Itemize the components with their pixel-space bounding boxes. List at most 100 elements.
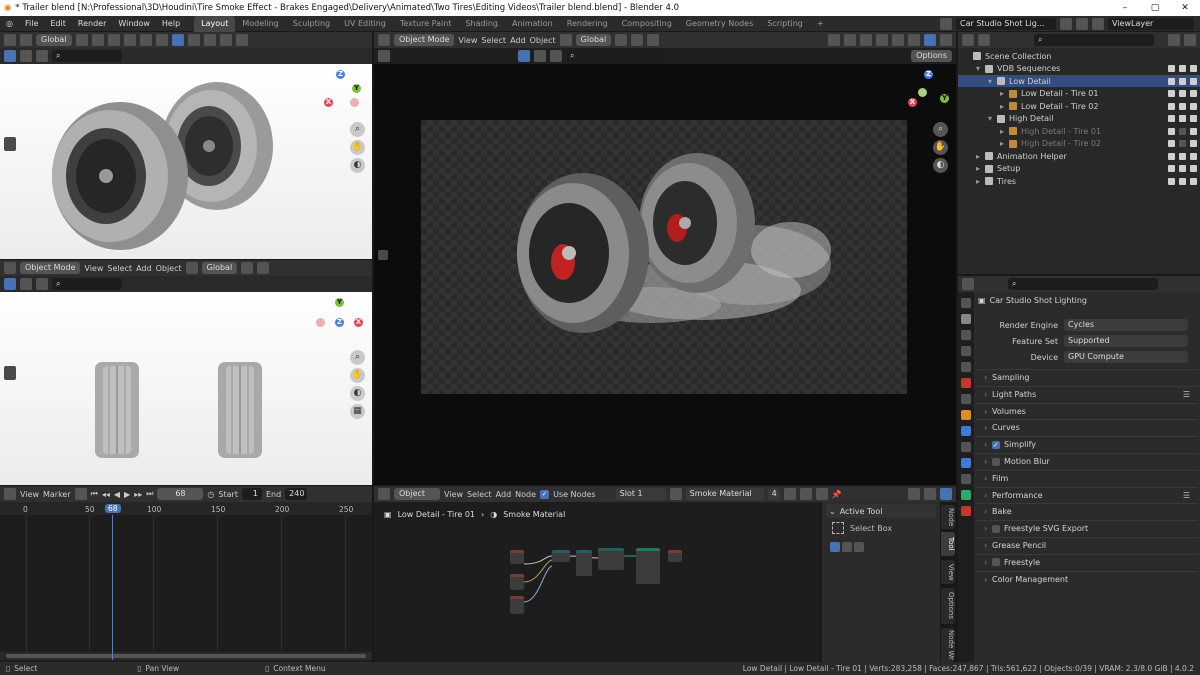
- current-frame-marker[interactable]: 68: [105, 504, 121, 513]
- properties-section[interactable]: › Light Paths ☰: [976, 385, 1198, 402]
- select-box-tool-icon[interactable]: [4, 278, 16, 290]
- transform-orientation-dropdown[interactable]: Global: [575, 34, 612, 46]
- chevron-icon[interactable]: ▸: [1000, 139, 1009, 148]
- gizmo-z-axis[interactable]: Z: [924, 70, 933, 79]
- material-tab-icon[interactable]: [961, 506, 971, 516]
- gizmo-y-axis[interactable]: Y: [352, 84, 361, 93]
- gizmo-y-axis[interactable]: Y: [940, 94, 949, 103]
- scene-icon[interactable]: [940, 18, 952, 30]
- view-layer-tab-icon[interactable]: [961, 346, 971, 356]
- output-tab-icon[interactable]: [961, 330, 971, 340]
- select-tool-icon[interactable]: [378, 50, 390, 62]
- eye-icon[interactable]: [1179, 177, 1186, 185]
- section-checkbox[interactable]: [992, 558, 1000, 567]
- workspace-tab-geometry-nodes[interactable]: Geometry Nodes: [679, 16, 760, 32]
- filter-icon[interactable]: [36, 50, 48, 62]
- view-layer-icon[interactable]: [1092, 18, 1104, 30]
- options-dropdown[interactable]: Options: [911, 50, 952, 62]
- toolbar-collapsed[interactable]: [378, 250, 388, 260]
- overlay-toggle-icon[interactable]: [155, 34, 168, 46]
- node-menu-add[interactable]: Add: [496, 490, 512, 499]
- eye-icon[interactable]: [1179, 152, 1186, 160]
- search-input-bottom-left[interactable]: ⌕: [52, 278, 122, 290]
- filter-icon[interactable]: [36, 278, 48, 290]
- properties-section[interactable]: › Sampling: [976, 369, 1198, 385]
- shader-node[interactable]: [510, 574, 524, 590]
- properties-search-input[interactable]: ⌕: [1008, 278, 1158, 290]
- render-engine-dropdown[interactable]: Cycles: [1064, 319, 1188, 331]
- properties-section[interactable]: › Grease Pencil: [976, 537, 1198, 553]
- pivot-icon[interactable]: [241, 262, 254, 274]
- camera-icon[interactable]: [1190, 77, 1197, 85]
- properties-section[interactable]: › Performance ☰: [976, 486, 1198, 503]
- jump-start-icon[interactable]: ⏮: [91, 489, 98, 499]
- pan-hand-icon[interactable]: ✋: [350, 368, 365, 383]
- prev-keyframe-icon[interactable]: ◂◂: [102, 490, 110, 499]
- workspace-tab-layout[interactable]: Layout: [194, 15, 236, 32]
- zoom-icon[interactable]: ⌕: [350, 122, 365, 137]
- camera-icon[interactable]: [1190, 90, 1197, 97]
- active-tool-header[interactable]: ⌄ Active Tool: [826, 504, 936, 518]
- chevron-icon[interactable]: ▸: [976, 164, 985, 173]
- outliner-row[interactable]: ▸ Animation Helper: [958, 150, 1200, 162]
- workspace-tab-shading[interactable]: Shading: [458, 16, 505, 32]
- unlink-material-icon[interactable]: [815, 488, 828, 500]
- gizmo-z-axis[interactable]: Z: [336, 70, 345, 79]
- jump-end-icon[interactable]: ⏭: [146, 489, 153, 499]
- shader-node[interactable]: [510, 596, 524, 614]
- chevron-icon[interactable]: ▸: [976, 177, 985, 186]
- gizmo-y-axis[interactable]: Y: [335, 298, 344, 307]
- exclude-checkbox-icon[interactable]: [1168, 102, 1175, 110]
- menu-object[interactable]: Object: [156, 264, 182, 273]
- navigation-gizmo-main[interactable]: Z Y X: [906, 70, 952, 116]
- menu-object[interactable]: Object: [530, 36, 556, 45]
- toolbar-collapsed[interactable]: [4, 366, 16, 380]
- exclude-checkbox-icon[interactable]: [1168, 65, 1175, 72]
- exclude-checkbox-icon[interactable]: [1168, 177, 1175, 185]
- material-output-node[interactable]: [668, 550, 682, 562]
- proportional-edit-icon[interactable]: [647, 34, 660, 46]
- timeline-editor-icon[interactable]: [4, 488, 16, 500]
- camera-icon[interactable]: [1190, 177, 1197, 185]
- exclude-checkbox-icon[interactable]: [1168, 77, 1175, 85]
- gizmo-neg-x-axis[interactable]: [350, 98, 359, 107]
- outliner-editor-icon[interactable]: [962, 34, 974, 46]
- next-keyframe-icon[interactable]: ▸▸: [134, 490, 142, 499]
- render-tab-icon[interactable]: [961, 314, 971, 324]
- exclude-checkbox-icon[interactable]: [1168, 152, 1175, 160]
- play-reverse-icon[interactable]: ◀: [114, 490, 120, 499]
- shading-popover-icon[interactable]: [559, 34, 572, 46]
- chevron-icon[interactable]: ▸: [1000, 102, 1009, 111]
- editor-type-icon[interactable]: [4, 262, 16, 274]
- pin-icon[interactable]: 📌: [832, 490, 842, 499]
- grid-view-icon[interactable]: ▦: [350, 404, 365, 419]
- new-scene-icon[interactable]: [1060, 18, 1072, 30]
- gizmo-z-axis[interactable]: Z: [335, 318, 344, 327]
- eye-icon[interactable]: [1179, 165, 1186, 172]
- chevron-icon[interactable]: ▾: [976, 64, 985, 73]
- sidebar-tab-tool[interactable]: Tool: [941, 532, 955, 556]
- material-browse-icon[interactable]: [669, 488, 682, 500]
- workspace-tab-scripting[interactable]: Scripting: [760, 16, 810, 32]
- workspace-tab-texture-paint[interactable]: Texture Paint: [393, 16, 459, 32]
- timeline-menu-view[interactable]: View: [20, 490, 39, 499]
- material-name-field[interactable]: Smoke Material: [685, 488, 764, 500]
- shader-node[interactable]: [510, 550, 524, 564]
- workspace-tab-uv-editing[interactable]: UV Editing: [337, 16, 393, 32]
- zoom-icon[interactable]: ⌕: [350, 350, 365, 365]
- object-mode-icon[interactable]: [4, 34, 16, 46]
- rendered-shading-icon[interactable]: [235, 34, 248, 46]
- select-subtract-icon[interactable]: [854, 542, 864, 552]
- constraints-tab-icon[interactable]: [961, 474, 971, 484]
- navigation-gizmo-top-left[interactable]: Z Y X: [318, 70, 364, 116]
- chevron-icon[interactable]: ▸: [1000, 89, 1009, 98]
- shader-node[interactable]: [636, 548, 660, 584]
- sidebar-tab-view[interactable]: View: [941, 560, 955, 584]
- outliner-row[interactable]: ▸ Tires: [958, 175, 1200, 187]
- eye-icon[interactable]: [1179, 140, 1186, 147]
- collection-tab-icon[interactable]: [961, 394, 971, 404]
- workspace-tab-modeling[interactable]: Modeling: [235, 16, 285, 32]
- transform-orientation-dropdown[interactable]: Global: [36, 34, 72, 46]
- menu-add[interactable]: Add: [510, 36, 526, 45]
- bottom-left-3d-viewport[interactable]: Y Z X ⌕ ✋ ◐ ▦: [0, 292, 372, 485]
